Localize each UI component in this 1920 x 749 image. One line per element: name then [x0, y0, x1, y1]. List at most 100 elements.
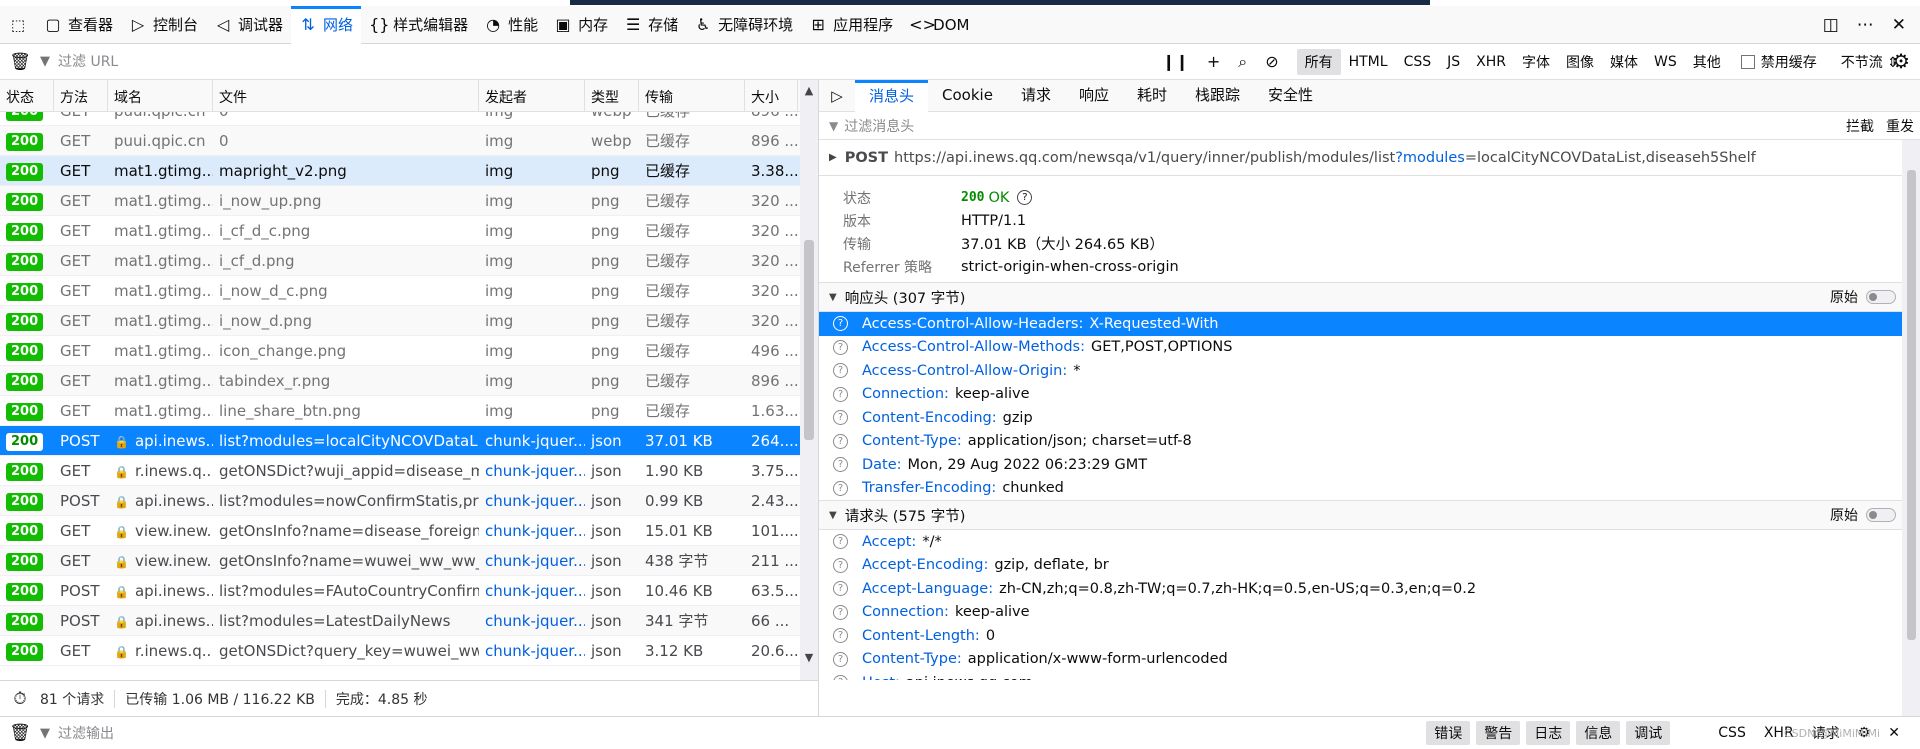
request-url-line[interactable]: ▶ POST https://api.inews.qq.com/newsqa/v…: [819, 140, 1920, 176]
details-tab-3[interactable]: 响应: [1065, 80, 1123, 112]
tool-tab-inspector[interactable]: ▢ 查看器: [36, 6, 121, 44]
table-row[interactable]: 200 GET 🔒 view.inew... getOnsInfo?name=wuwei…: [0, 546, 800, 576]
type-filter-6[interactable]: 图像: [1558, 49, 1602, 75]
response-headers-section[interactable]: ▼ 响应头 (307 字节) 原始: [819, 282, 1920, 312]
details-tab-6[interactable]: 安全性: [1254, 80, 1327, 112]
help-icon[interactable]: ?: [833, 675, 848, 680]
block-button[interactable]: 拦截: [1846, 116, 1874, 136]
header-row[interactable]: ? Content-Type: application/x-www-form-url…: [819, 648, 1920, 672]
table-row[interactable]: 200 GET mat1.gtimg.... i_cf_d.png img png 已缓存 3…: [0, 246, 800, 276]
type-filter-9[interactable]: 其他: [1685, 49, 1729, 75]
header-row[interactable]: ? Date: Mon, 29 Aug 2022 06:23:29 GMT: [819, 453, 1920, 477]
toggle-switch[interactable]: [1866, 508, 1896, 522]
table-row[interactable]: 200 GET mat1.gtimg.... i_cf_d_c.png img png 已缓…: [0, 216, 800, 246]
dock-side-icon[interactable]: ◫: [1823, 15, 1839, 35]
expand-triangle-icon[interactable]: ▶: [829, 152, 837, 163]
stopwatch-icon[interactable]: ⏱: [0, 689, 40, 709]
column-header[interactable]: 大小: [745, 80, 798, 111]
help-icon[interactable]: ?: [833, 457, 848, 473]
filter-output-input[interactable]: 过滤输出: [58, 723, 114, 743]
table-row[interactable]: 200 GET mat1.gtimg.... i_now_d.png img png 已缓存…: [0, 306, 800, 336]
scroll-thumb[interactable]: [1907, 170, 1916, 640]
help-icon[interactable]: ?: [833, 604, 848, 620]
console-toggle-0[interactable]: CSS: [1712, 723, 1752, 743]
console-filter-4[interactable]: 调试: [1626, 721, 1671, 745]
header-row[interactable]: ? Access-Control-Allow-Origin: *: [819, 359, 1920, 383]
details-tab-1[interactable]: Cookie: [928, 80, 1007, 112]
type-filter-4[interactable]: XHR: [1468, 51, 1514, 73]
tool-tab-accessibility[interactable]: ♿ 无障碍环境: [686, 6, 801, 44]
add-icon[interactable]: +: [1207, 52, 1220, 71]
column-header[interactable]: 发起者: [479, 80, 585, 111]
close-devtools-icon[interactable]: ✕: [1892, 15, 1906, 35]
console-filter-1[interactable]: 警告: [1476, 721, 1521, 745]
header-row[interactable]: ? Host: api.inews.qq.com: [819, 671, 1920, 680]
tool-tab-dom[interactable]: <> DOM: [901, 6, 977, 44]
column-header[interactable]: 方法: [54, 80, 108, 111]
close-icon[interactable]: ✕: [1882, 723, 1906, 743]
help-icon[interactable]: ?: [833, 363, 848, 379]
tool-tab-application[interactable]: ⊞ 应用程序: [801, 6, 901, 44]
help-icon[interactable]: ?: [833, 628, 848, 644]
toggle-switch[interactable]: [1866, 290, 1896, 304]
tool-tab-debugger[interactable]: ◁ 调试器: [206, 6, 291, 44]
table-row[interactable]: 200 GETpuui.qpic.cn0imgwebp已缓存896 ...: [0, 112, 800, 126]
header-row[interactable]: ? Accept: */*: [819, 530, 1920, 554]
header-row[interactable]: ? Accept-Encoding: gzip, deflate, br: [819, 554, 1920, 578]
tool-tab-storage[interactable]: ☰ 存储: [616, 6, 686, 44]
help-icon[interactable]: ?: [833, 433, 848, 449]
gear-icon[interactable]: ⚙: [1892, 49, 1910, 73]
more-options-icon[interactable]: ⋯: [1857, 15, 1874, 35]
filter-headers-input[interactable]: 过滤消息头: [844, 116, 914, 136]
table-row[interactable]: 200 POST 🔒 api.inews.... list?modules=Latest…: [0, 606, 800, 636]
type-filter-8[interactable]: WS: [1646, 51, 1685, 73]
console-filter-3[interactable]: 信息: [1576, 721, 1621, 745]
toggle-sidebar-icon[interactable]: ▷: [819, 87, 855, 105]
scroll-down-icon[interactable]: ▼: [800, 651, 818, 664]
scroll-thumb[interactable]: [804, 240, 814, 440]
column-header[interactable]: 域名: [108, 80, 213, 111]
details-tab-5[interactable]: 栈跟踪: [1181, 80, 1254, 112]
details-tab-2[interactable]: 请求: [1007, 80, 1065, 112]
column-header[interactable]: 传输: [639, 80, 745, 111]
help-icon[interactable]: ?: [833, 386, 848, 402]
collapse-triangle-icon[interactable]: ▼: [829, 510, 837, 521]
tool-tab-performance[interactable]: ◔ 性能: [476, 6, 546, 44]
header-row[interactable]: ? Content-Encoding: gzip: [819, 406, 1920, 430]
raw-toggle[interactable]: 原始: [1830, 287, 1896, 307]
help-icon[interactable]: ?: [833, 410, 848, 426]
help-icon[interactable]: ?: [833, 581, 848, 597]
help-icon[interactable]: ?: [833, 316, 848, 332]
header-row[interactable]: ? Accept-Language: zh-CN,zh;q=0.8,zh-TW;q=…: [819, 577, 1920, 601]
header-row[interactable]: ? Transfer-Encoding: chunked: [819, 477, 1920, 501]
search-icon[interactable]: ⌕: [1238, 52, 1247, 72]
header-row[interactable]: ? Access-Control-Allow-Headers: X-Requeste…: [819, 312, 1920, 336]
table-row[interactable]: 200 GET 🔒 r.inews.q... getONSDict?wuji_appid…: [0, 456, 800, 486]
clear-console-icon[interactable]: 🗑: [0, 723, 40, 743]
table-row[interactable]: 200 GET mat1.gtimg.... mapright_v2.png img pn…: [0, 156, 800, 186]
details-scrollbar[interactable]: [1902, 140, 1920, 716]
type-filter-3[interactable]: JS: [1439, 51, 1468, 73]
scroll-up-icon[interactable]: ▲: [800, 84, 818, 97]
help-icon[interactable]: ?: [833, 534, 848, 550]
type-filter-1[interactable]: HTML: [1341, 51, 1396, 73]
details-tab-4[interactable]: 耗时: [1123, 80, 1181, 112]
table-row[interactable]: 200 GET 🔒 view.inew... getOnsInfo?name=disea…: [0, 516, 800, 546]
table-row[interactable]: 200 GET mat1.gtimg.... i_now_up.png img png 已缓…: [0, 186, 800, 216]
console-filter-0[interactable]: 错误: [1426, 721, 1471, 745]
help-icon[interactable]: ?: [833, 480, 848, 496]
type-filter-2[interactable]: CSS: [1396, 51, 1440, 73]
disable-cache-checkbox[interactable]: [1740, 54, 1755, 69]
table-row[interactable]: 200 GET mat1.gtimg.... icon_change.png img pn…: [0, 336, 800, 366]
column-header[interactable]: 文件: [213, 80, 479, 111]
header-row[interactable]: ? Content-Type: application/json; charset=…: [819, 430, 1920, 454]
table-row[interactable]: 200 POST 🔒 api.inews.... list?modules=localC…: [0, 426, 800, 456]
pause-icon[interactable]: ❙❙: [1162, 52, 1189, 71]
request-list-scrollbar[interactable]: ▲ ▼: [800, 80, 818, 680]
raw-toggle[interactable]: 原始: [1830, 505, 1896, 525]
help-icon[interactable]: ?: [833, 339, 848, 355]
request-headers-section[interactable]: ▼ 请求头 (575 字节) 原始: [819, 500, 1920, 530]
tool-tab-memory[interactable]: ▣ 内存: [546, 6, 616, 44]
type-filter-5[interactable]: 字体: [1514, 49, 1558, 75]
throttle-select[interactable]: 不节流 ⇕: [1841, 52, 1899, 72]
